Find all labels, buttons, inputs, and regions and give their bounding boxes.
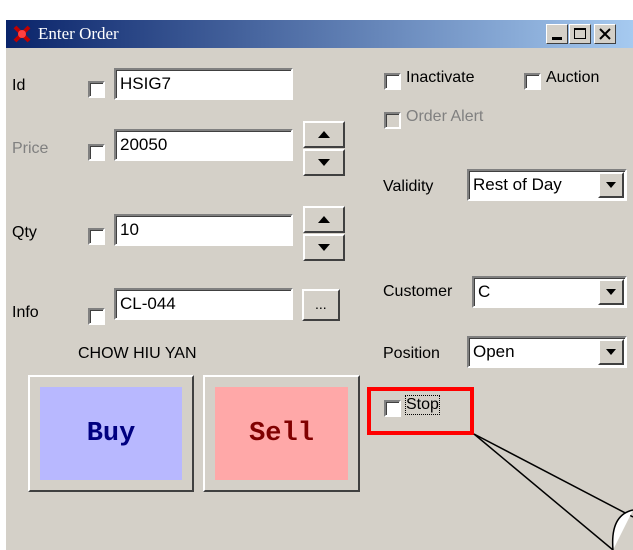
validity-dropdown-button[interactable] [598,172,624,198]
price-checkbox[interactable] [88,144,105,161]
window-title: Enter Order [38,24,119,43]
callout-pointer [473,433,633,550]
inactivate-checkbox[interactable] [384,73,401,90]
minimize-button[interactable] [546,24,568,44]
order-alert-checkbox[interactable] [384,112,401,129]
qty-checkbox[interactable] [88,228,105,245]
arrow-up-icon [318,216,330,223]
id-input[interactable]: HSIG7 [114,68,293,100]
qty-input[interactable]: 10 [114,214,293,246]
info-browse-button[interactable]: ... [302,289,340,321]
close-icon [599,28,611,40]
title-bar[interactable]: Enter Order [6,20,633,48]
app-icon [12,24,32,44]
price-label: Price [12,140,49,157]
auction-checkbox[interactable] [524,73,541,90]
info-checkbox[interactable] [88,308,105,325]
client-name: CHOW HIU YAN [78,345,197,362]
arrow-down-icon [318,244,330,251]
order-alert-label: Order Alert [406,108,484,125]
position-value: Open [473,342,515,361]
customer-dropdown-button[interactable] [598,279,624,305]
id-checkbox[interactable] [88,81,105,98]
sell-button-label: Sell [215,387,348,480]
price-input[interactable]: 20050 [114,129,293,161]
chevron-down-icon [606,349,616,355]
customer-label: Customer [383,283,453,300]
buy-button[interactable]: Buy [28,375,194,492]
price-down-button[interactable] [303,149,345,176]
info-input[interactable]: CL-044 [114,288,293,320]
chevron-down-icon [606,182,616,188]
maximize-button[interactable] [569,24,591,44]
position-dropdown-button[interactable] [598,339,624,365]
auction-label: Auction [546,69,600,86]
sell-button[interactable]: Sell [203,375,360,492]
arrow-down-icon [318,159,330,166]
id-label: Id [12,77,26,94]
price-up-button[interactable] [303,121,345,148]
qty-up-button[interactable] [303,206,345,233]
position-label: Position [383,345,440,362]
close-button[interactable] [594,24,616,44]
validity-value: Rest of Day [473,175,562,194]
inactivate-label: Inactivate [406,69,475,86]
buy-button-label: Buy [40,387,182,480]
chevron-down-icon [606,289,616,295]
qty-label: Qty [12,224,37,241]
qty-down-button[interactable] [303,234,345,261]
info-label: Info [12,304,39,321]
validity-label: Validity [383,178,434,195]
arrow-up-icon [318,131,330,138]
stop-highlight-box [367,387,474,435]
customer-value: C [478,282,491,301]
